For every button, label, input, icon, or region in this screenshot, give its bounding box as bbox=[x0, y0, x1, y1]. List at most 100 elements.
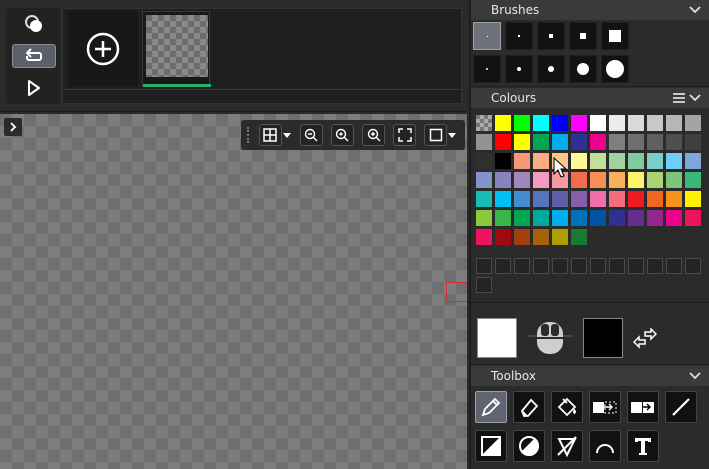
colour-swatch[interactable] bbox=[685, 172, 701, 188]
colour-swatch[interactable] bbox=[533, 172, 549, 188]
secondary-colour-swatch[interactable] bbox=[583, 318, 623, 358]
colour-swatch[interactable] bbox=[609, 172, 625, 188]
colour-swatch[interactable] bbox=[590, 134, 606, 150]
custom-colour-slot[interactable] bbox=[590, 258, 606, 274]
colour-swatch[interactable] bbox=[552, 134, 568, 150]
brush-size-option[interactable] bbox=[569, 22, 597, 50]
colour-swatch[interactable] bbox=[495, 210, 511, 226]
brush-size-option[interactable] bbox=[505, 22, 533, 50]
fill-tool[interactable] bbox=[551, 391, 583, 423]
colour-swatch[interactable] bbox=[628, 191, 644, 207]
custom-colour-slot[interactable] bbox=[495, 258, 511, 274]
colour-swatch[interactable] bbox=[476, 229, 492, 245]
play-button[interactable] bbox=[12, 76, 56, 100]
colour-swatch[interactable] bbox=[514, 191, 530, 207]
colour-swatch[interactable] bbox=[609, 153, 625, 169]
curve-tool[interactable] bbox=[589, 430, 621, 462]
colour-swatch[interactable] bbox=[476, 191, 492, 207]
zoom-in-button[interactable] bbox=[361, 124, 386, 146]
custom-colour-slot[interactable] bbox=[685, 258, 701, 274]
colour-swatch[interactable] bbox=[647, 115, 663, 131]
colour-swatch[interactable] bbox=[552, 115, 568, 131]
colour-swatch[interactable] bbox=[647, 191, 663, 207]
colour-swatch[interactable] bbox=[533, 210, 549, 226]
colour-swatch[interactable] bbox=[628, 210, 644, 226]
colour-swatch[interactable] bbox=[590, 210, 606, 226]
colour-swatch[interactable] bbox=[647, 172, 663, 188]
colour-swatch[interactable] bbox=[571, 134, 587, 150]
custom-colour-slot[interactable] bbox=[514, 258, 530, 274]
colour-swatch[interactable] bbox=[628, 134, 644, 150]
colour-swatch[interactable] bbox=[514, 153, 530, 169]
swap-colours-icon[interactable] bbox=[633, 328, 657, 350]
brush-size-option[interactable] bbox=[537, 55, 565, 83]
brush-size-option[interactable] bbox=[601, 55, 629, 83]
colour-swatch[interactable] bbox=[647, 134, 663, 150]
select-copy-tool[interactable] bbox=[589, 391, 621, 423]
toolbar-grip[interactable] bbox=[247, 127, 253, 143]
colour-swatch[interactable] bbox=[533, 115, 549, 131]
colour-swatch[interactable] bbox=[571, 191, 587, 207]
colour-swatch[interactable] bbox=[476, 134, 492, 150]
grid-button[interactable] bbox=[258, 124, 282, 146]
colour-swatch[interactable] bbox=[685, 153, 701, 169]
colour-swatch[interactable] bbox=[495, 172, 511, 188]
colour-swatch[interactable] bbox=[666, 153, 682, 169]
colour-swatch[interactable] bbox=[495, 191, 511, 207]
colour-swatch[interactable] bbox=[495, 115, 511, 131]
colour-swatch[interactable] bbox=[628, 172, 644, 188]
colour-swatch[interactable] bbox=[476, 172, 492, 188]
colour-swatch[interactable] bbox=[571, 153, 587, 169]
custom-colour-slot[interactable] bbox=[628, 258, 644, 274]
brush-size-option[interactable] bbox=[473, 22, 501, 50]
add-frame-button[interactable] bbox=[68, 11, 138, 87]
custom-colour-slot[interactable] bbox=[552, 258, 568, 274]
brush-size-option[interactable] bbox=[473, 55, 501, 83]
transparent-swatch[interactable] bbox=[476, 115, 492, 131]
onion-skin-button[interactable] bbox=[12, 12, 56, 36]
zoom-out-button[interactable] bbox=[299, 124, 323, 146]
colour-swatch[interactable] bbox=[476, 153, 492, 169]
colour-swatch[interactable] bbox=[533, 191, 549, 207]
colour-swatch[interactable] bbox=[685, 210, 701, 226]
custom-colour-slot[interactable] bbox=[476, 277, 492, 293]
background-dropdown[interactable] bbox=[447, 124, 457, 146]
colour-swatch[interactable] bbox=[685, 115, 701, 131]
colour-swatch[interactable] bbox=[571, 172, 587, 188]
drawing-canvas[interactable] bbox=[0, 114, 467, 469]
fit-screen-button[interactable] bbox=[393, 124, 417, 146]
brush-size-option[interactable] bbox=[569, 55, 597, 83]
colour-swatch[interactable] bbox=[571, 115, 587, 131]
colour-swatch[interactable] bbox=[666, 191, 682, 207]
custom-colour-slot[interactable] bbox=[647, 258, 663, 274]
colour-swatch[interactable] bbox=[666, 210, 682, 226]
colour-swatch[interactable] bbox=[590, 153, 606, 169]
colour-swatch[interactable] bbox=[609, 210, 625, 226]
colour-swatch[interactable] bbox=[590, 172, 606, 188]
pencil-tool[interactable] bbox=[475, 391, 507, 423]
colour-swatch[interactable] bbox=[666, 172, 682, 188]
colour-swatch[interactable] bbox=[514, 210, 530, 226]
custom-colour-slot[interactable] bbox=[476, 258, 492, 274]
colour-swatch[interactable] bbox=[609, 134, 625, 150]
colour-swatch[interactable] bbox=[495, 153, 511, 169]
zoom-reset-button[interactable] bbox=[330, 124, 354, 146]
frame-thumbnail[interactable] bbox=[142, 11, 211, 87]
colour-swatch[interactable] bbox=[476, 210, 492, 226]
colour-swatch[interactable] bbox=[533, 229, 549, 245]
polygon-tool[interactable] bbox=[551, 430, 583, 462]
colour-swatch[interactable] bbox=[685, 134, 701, 150]
expand-sidebar-button[interactable] bbox=[4, 118, 22, 136]
text-tool[interactable] bbox=[627, 430, 659, 462]
custom-colour-slot[interactable] bbox=[609, 258, 625, 274]
colour-swatch[interactable] bbox=[647, 210, 663, 226]
grid-dropdown[interactable] bbox=[282, 124, 292, 146]
line-tool[interactable] bbox=[665, 391, 697, 423]
colour-swatch[interactable] bbox=[533, 153, 549, 169]
colour-swatch[interactable] bbox=[609, 191, 625, 207]
colour-swatch[interactable] bbox=[590, 191, 606, 207]
colour-swatch[interactable] bbox=[571, 229, 587, 245]
primary-colour-swatch[interactable] bbox=[477, 318, 517, 358]
colour-swatch[interactable] bbox=[666, 115, 682, 131]
colour-swatch[interactable] bbox=[571, 210, 587, 226]
